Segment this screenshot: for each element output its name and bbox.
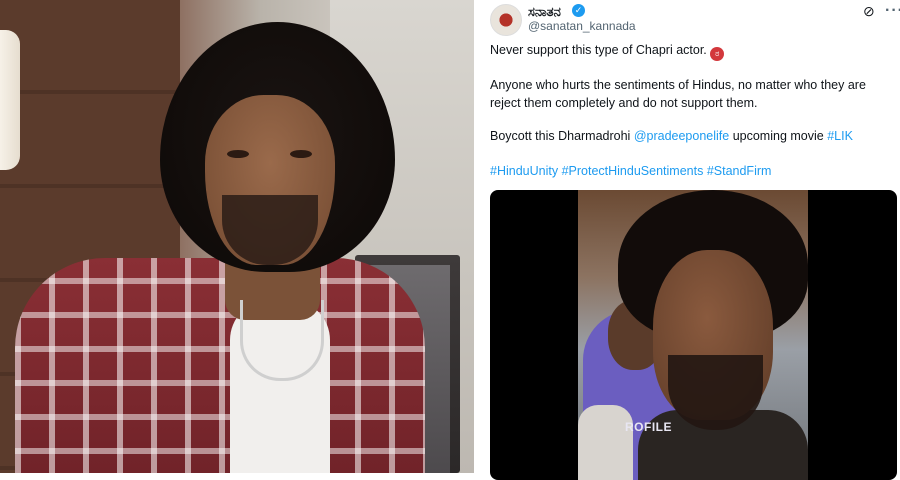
- wall-lamp: [0, 30, 20, 170]
- grok-icon[interactable]: ⊘: [863, 3, 879, 19]
- hashtag-link[interactable]: #ProtectHinduSentiments: [562, 164, 704, 178]
- display-name[interactable]: ಸನಾತನ: [528, 4, 561, 20]
- hashtag-link-lik[interactable]: #LIK: [827, 129, 853, 143]
- silver-chain: [240, 300, 324, 381]
- actor-photo: [0, 0, 474, 473]
- angry-face-emoji-icon: ಠ: [710, 47, 725, 61]
- tweet-line-2: Anyone who hurts the sentiments of Hindu…: [490, 78, 866, 110]
- tweet-card: ಸನಾತನ ✓ @sanatan_kannada ⊘ ··· Never sup…: [474, 0, 900, 480]
- left-eye: [227, 150, 249, 158]
- hashtag-link[interactable]: #HinduUnity: [490, 164, 558, 178]
- video-shirt-text: ROFILE: [625, 420, 672, 434]
- video-frame: ROFILE: [578, 190, 808, 480]
- hashtag-line: #HinduUnity #ProtectHinduSentiments #Sta…: [490, 162, 890, 180]
- tweet-line-3-prefix: Boycott this Dharmadrohi: [490, 129, 634, 143]
- tweet-line-3: Boycott this Dharmadrohi @pradeeponelife…: [490, 127, 890, 145]
- tweet-line-1-text: Never support this type of Chapri actor.: [490, 43, 707, 57]
- mention-link[interactable]: @pradeeponelife: [634, 129, 729, 143]
- embedded-video[interactable]: ROFILE: [490, 190, 897, 480]
- hashtag-link[interactable]: #StandFirm: [707, 164, 772, 178]
- video-sleeve: [578, 405, 633, 480]
- more-options-icon[interactable]: ···: [885, 2, 900, 20]
- tweet-line-3-mid: upcoming movie: [729, 129, 828, 143]
- tweet-line-1: Never support this type of Chapri actor.…: [490, 41, 890, 61]
- plaid-shirt: [15, 258, 425, 473]
- right-eye: [290, 150, 312, 158]
- account-handle[interactable]: @sanatan_kannada: [528, 19, 636, 33]
- account-avatar[interactable]: [490, 4, 522, 36]
- verified-badge-icon: ✓: [572, 4, 585, 17]
